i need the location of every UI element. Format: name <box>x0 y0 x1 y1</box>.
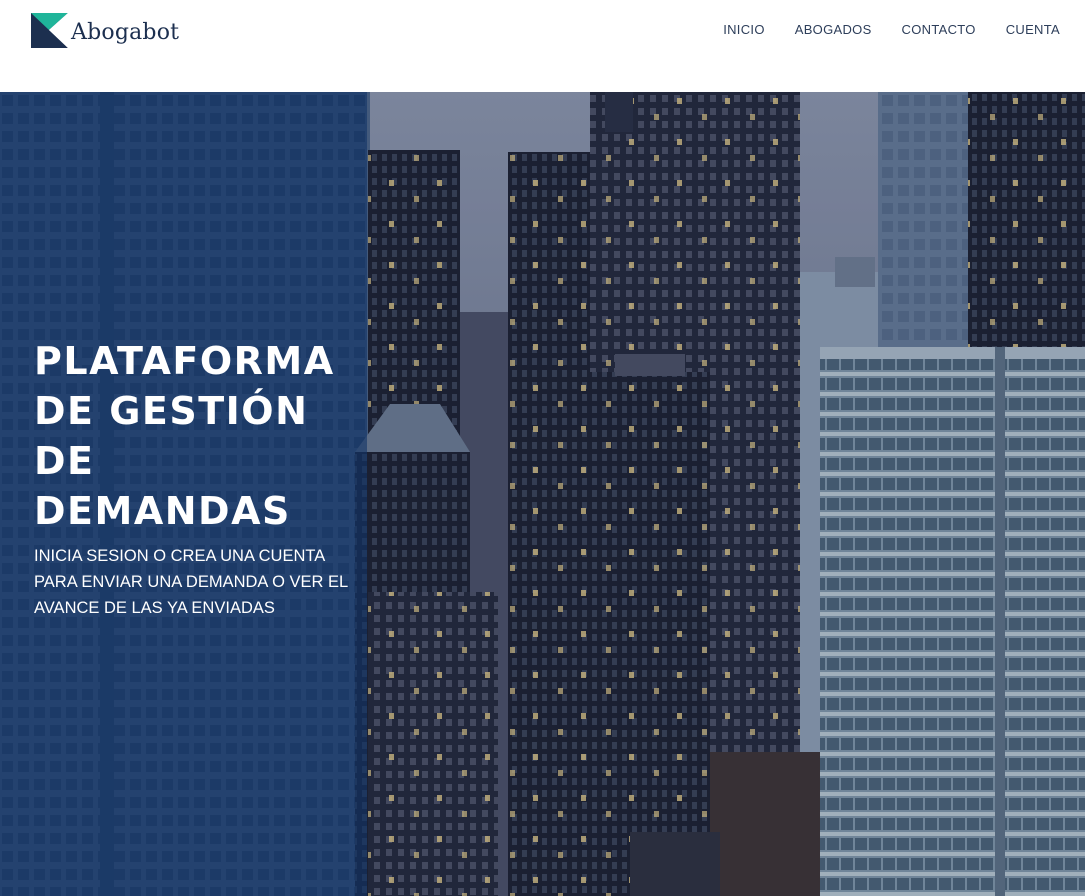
nav-item-contacto[interactable]: CONTACTO <box>902 22 976 37</box>
nav-item-inicio[interactable]: INICIO <box>723 22 765 37</box>
nav-item-abogados[interactable]: ABOGADOS <box>795 22 872 37</box>
site-header: Abogabot INICIO ABOGADOS CONTACTO CUENTA <box>0 0 1085 92</box>
main-nav: INICIO ABOGADOS CONTACTO CUENTA <box>693 22 1060 37</box>
hero-title: PLATAFORMA DE GESTIÓN DE DEMANDAS <box>34 339 335 533</box>
logo-mark-icon <box>31 13 68 48</box>
brand-name: Abogabot <box>71 20 180 45</box>
hero-section: PLATAFORMA DE GESTIÓN DE DEMANDAS INICIA… <box>0 92 1085 896</box>
nav-item-cuenta[interactable]: CUENTA <box>1006 22 1060 37</box>
brand-logo[interactable]: Abogabot <box>31 13 179 48</box>
hero-subtitle: INICIA SESION O CREA UNA CUENTA PARA ENV… <box>34 547 348 617</box>
